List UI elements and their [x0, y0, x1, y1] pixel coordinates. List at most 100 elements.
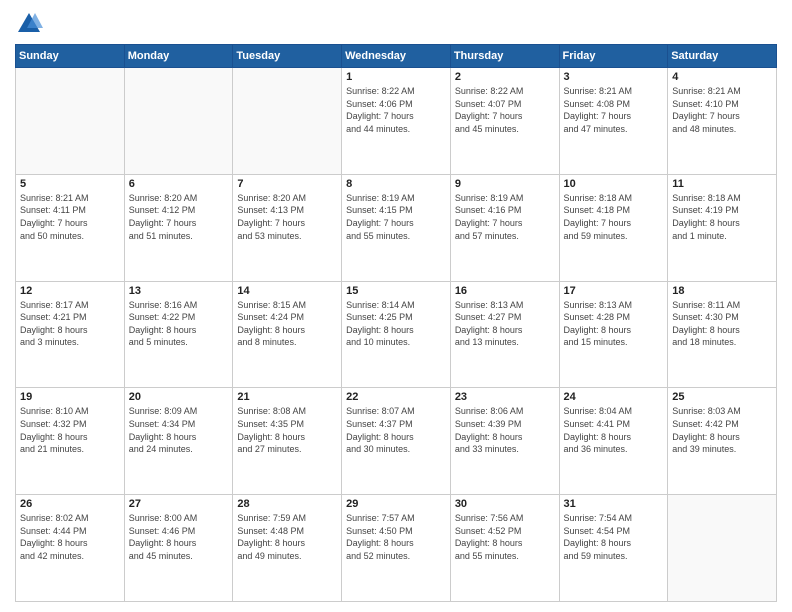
- day-info: Sunrise: 7:59 AMSunset: 4:48 PMDaylight:…: [237, 512, 337, 562]
- day-cell: 27Sunrise: 8:00 AMSunset: 4:46 PMDayligh…: [124, 495, 233, 602]
- day-info: Sunrise: 8:22 AMSunset: 4:07 PMDaylight:…: [455, 85, 555, 135]
- day-number: 3: [564, 71, 664, 83]
- day-number: 8: [346, 178, 446, 190]
- day-cell: 12 Sunrise: 8:17 AMSunset: 4:21 PMDayligh…: [16, 281, 125, 388]
- day-cell: 2 Sunrise: 8:22 AMSunset: 4:07 PMDaylight…: [450, 68, 559, 175]
- week-row-3: 19 Sunrise: 8:10 AMSunset: 4:32 PMDayligh…: [16, 388, 777, 495]
- day-info: Sunrise: 8:22 AMSunset: 4:06 PMDaylight:…: [346, 85, 446, 135]
- day-info: Sunrise: 8:10 AMSunset: 4:32 PMDaylight:…: [20, 405, 120, 455]
- day-number: 28: [237, 498, 337, 510]
- week-row-4: 26 Sunrise: 8:02 AMSunset: 4:44 PMDayligh…: [16, 495, 777, 602]
- day-number: 22: [346, 391, 446, 403]
- column-header-sunday: Sunday: [16, 45, 125, 68]
- day-info: Sunrise: 8:04 AMSunset: 4:41 PMDaylight:…: [564, 405, 664, 455]
- week-row-0: 1 Sunrise: 8:22 AMSunset: 4:06 PMDaylight…: [16, 68, 777, 175]
- column-header-wednesday: Wednesday: [342, 45, 451, 68]
- day-info: Sunrise: 7:57 AMSunset: 4:50 PMDaylight:…: [346, 512, 446, 562]
- day-number: 10: [564, 178, 664, 190]
- day-cell: 24 Sunrise: 8:04 AMSunset: 4:41 PMDayligh…: [559, 388, 668, 495]
- calendar-header: SundayMondayTuesdayWednesdayThursdayFrid…: [16, 45, 777, 68]
- day-cell: 19 Sunrise: 8:10 AMSunset: 4:32 PMDayligh…: [16, 388, 125, 495]
- day-cell: 26 Sunrise: 8:02 AMSunset: 4:44 PMDayligh…: [16, 495, 125, 602]
- day-cell: 30 Sunrise: 7:56 AMSunset: 4:52 PMDayligh…: [450, 495, 559, 602]
- day-cell: 15 Sunrise: 8:14 AMSunset: 4:25 PMDayligh…: [342, 281, 451, 388]
- calendar-table: SundayMondayTuesdayWednesdayThursdayFrid…: [15, 44, 777, 602]
- day-info: Sunrise: 8:14 AMSunset: 4:25 PMDaylight:…: [346, 299, 446, 349]
- day-number: 21: [237, 391, 337, 403]
- day-number: 24: [564, 391, 664, 403]
- header-row: SundayMondayTuesdayWednesdayThursdayFrid…: [16, 45, 777, 68]
- day-cell: 3 Sunrise: 8:21 AMSunset: 4:08 PMDaylight…: [559, 68, 668, 175]
- day-number: 4: [672, 71, 772, 83]
- day-number: 6: [129, 178, 229, 190]
- week-row-2: 12 Sunrise: 8:17 AMSunset: 4:21 PMDayligh…: [16, 281, 777, 388]
- day-cell: 5 Sunrise: 8:21 AMSunset: 4:11 PMDaylight…: [16, 174, 125, 281]
- day-info: Sunrise: 8:21 AMSunset: 4:08 PMDaylight:…: [564, 85, 664, 135]
- day-info: Sunrise: 8:02 AMSunset: 4:44 PMDaylight:…: [20, 512, 120, 562]
- column-header-tuesday: Tuesday: [233, 45, 342, 68]
- day-cell: 22 Sunrise: 8:07 AMSunset: 4:37 PMDayligh…: [342, 388, 451, 495]
- day-info: Sunrise: 7:56 AMSunset: 4:52 PMDaylight:…: [455, 512, 555, 562]
- day-number: 20: [129, 391, 229, 403]
- day-number: 2: [455, 71, 555, 83]
- day-info: Sunrise: 8:19 AMSunset: 4:15 PMDaylight:…: [346, 192, 446, 242]
- day-cell: [16, 68, 125, 175]
- day-number: 31: [564, 498, 664, 510]
- day-info: Sunrise: 8:17 AMSunset: 4:21 PMDaylight:…: [20, 299, 120, 349]
- day-number: 26: [20, 498, 120, 510]
- day-number: 11: [672, 178, 772, 190]
- day-info: Sunrise: 8:15 AMSunset: 4:24 PMDaylight:…: [237, 299, 337, 349]
- day-number: 5: [20, 178, 120, 190]
- day-number: 1: [346, 71, 446, 83]
- day-cell: 18Sunrise: 8:11 AMSunset: 4:30 PMDayligh…: [668, 281, 777, 388]
- day-info: Sunrise: 8:13 AMSunset: 4:27 PMDaylight:…: [455, 299, 555, 349]
- day-number: 12: [20, 285, 120, 297]
- day-cell: [233, 68, 342, 175]
- day-cell: 6Sunrise: 8:20 AMSunset: 4:12 PMDaylight…: [124, 174, 233, 281]
- day-info: Sunrise: 8:21 AMSunset: 4:11 PMDaylight:…: [20, 192, 120, 242]
- column-header-monday: Monday: [124, 45, 233, 68]
- day-info: Sunrise: 8:18 AMSunset: 4:19 PMDaylight:…: [672, 192, 772, 242]
- day-number: 9: [455, 178, 555, 190]
- day-cell: 13Sunrise: 8:16 AMSunset: 4:22 PMDayligh…: [124, 281, 233, 388]
- day-info: Sunrise: 8:13 AMSunset: 4:28 PMDaylight:…: [564, 299, 664, 349]
- day-info: Sunrise: 8:16 AMSunset: 4:22 PMDaylight:…: [129, 299, 229, 349]
- day-number: 23: [455, 391, 555, 403]
- day-cell: 25 Sunrise: 8:03 AMSunset: 4:42 PMDayligh…: [668, 388, 777, 495]
- day-cell: 10Sunrise: 8:18 AMSunset: 4:18 PMDayligh…: [559, 174, 668, 281]
- day-number: 19: [20, 391, 120, 403]
- day-number: 25: [672, 391, 772, 403]
- day-number: 15: [346, 285, 446, 297]
- day-cell: 4 Sunrise: 8:21 AMSunset: 4:10 PMDaylight…: [668, 68, 777, 175]
- day-cell: 14 Sunrise: 8:15 AMSunset: 4:24 PMDayligh…: [233, 281, 342, 388]
- day-cell: 31 Sunrise: 7:54 AMSunset: 4:54 PMDayligh…: [559, 495, 668, 602]
- day-info: Sunrise: 8:06 AMSunset: 4:39 PMDaylight:…: [455, 405, 555, 455]
- day-info: Sunrise: 8:09 AMSunset: 4:34 PMDaylight:…: [129, 405, 229, 455]
- day-cell: 20 Sunrise: 8:09 AMSunset: 4:34 PMDayligh…: [124, 388, 233, 495]
- day-number: 7: [237, 178, 337, 190]
- day-cell: 28 Sunrise: 7:59 AMSunset: 4:48 PMDayligh…: [233, 495, 342, 602]
- day-info: Sunrise: 7:54 AMSunset: 4:54 PMDaylight:…: [564, 512, 664, 562]
- column-header-thursday: Thursday: [450, 45, 559, 68]
- day-cell: [668, 495, 777, 602]
- logo: [15, 10, 47, 38]
- day-info: Sunrise: 8:07 AMSunset: 4:37 PMDaylight:…: [346, 405, 446, 455]
- day-info: Sunrise: 8:21 AMSunset: 4:10 PMDaylight:…: [672, 85, 772, 135]
- day-info: Sunrise: 8:19 AMSunset: 4:16 PMDaylight:…: [455, 192, 555, 242]
- day-cell: 8 Sunrise: 8:19 AMSunset: 4:15 PMDaylight…: [342, 174, 451, 281]
- day-number: 29: [346, 498, 446, 510]
- day-cell: 21Sunrise: 8:08 AMSunset: 4:35 PMDayligh…: [233, 388, 342, 495]
- day-cell: 16Sunrise: 8:13 AMSunset: 4:27 PMDayligh…: [450, 281, 559, 388]
- day-cell: 7 Sunrise: 8:20 AMSunset: 4:13 PMDaylight…: [233, 174, 342, 281]
- week-row-1: 5 Sunrise: 8:21 AMSunset: 4:11 PMDaylight…: [16, 174, 777, 281]
- day-info: Sunrise: 8:20 AMSunset: 4:13 PMDaylight:…: [237, 192, 337, 242]
- day-number: 17: [564, 285, 664, 297]
- day-info: Sunrise: 8:03 AMSunset: 4:42 PMDaylight:…: [672, 405, 772, 455]
- day-number: 14: [237, 285, 337, 297]
- day-cell: 23 Sunrise: 8:06 AMSunset: 4:39 PMDayligh…: [450, 388, 559, 495]
- day-number: 30: [455, 498, 555, 510]
- day-info: Sunrise: 8:00 AMSunset: 4:46 PMDaylight:…: [129, 512, 229, 562]
- day-cell: 29 Sunrise: 7:57 AMSunset: 4:50 PMDayligh…: [342, 495, 451, 602]
- day-cell: 9 Sunrise: 8:19 AMSunset: 4:16 PMDaylight…: [450, 174, 559, 281]
- day-cell: 1 Sunrise: 8:22 AMSunset: 4:06 PMDaylight…: [342, 68, 451, 175]
